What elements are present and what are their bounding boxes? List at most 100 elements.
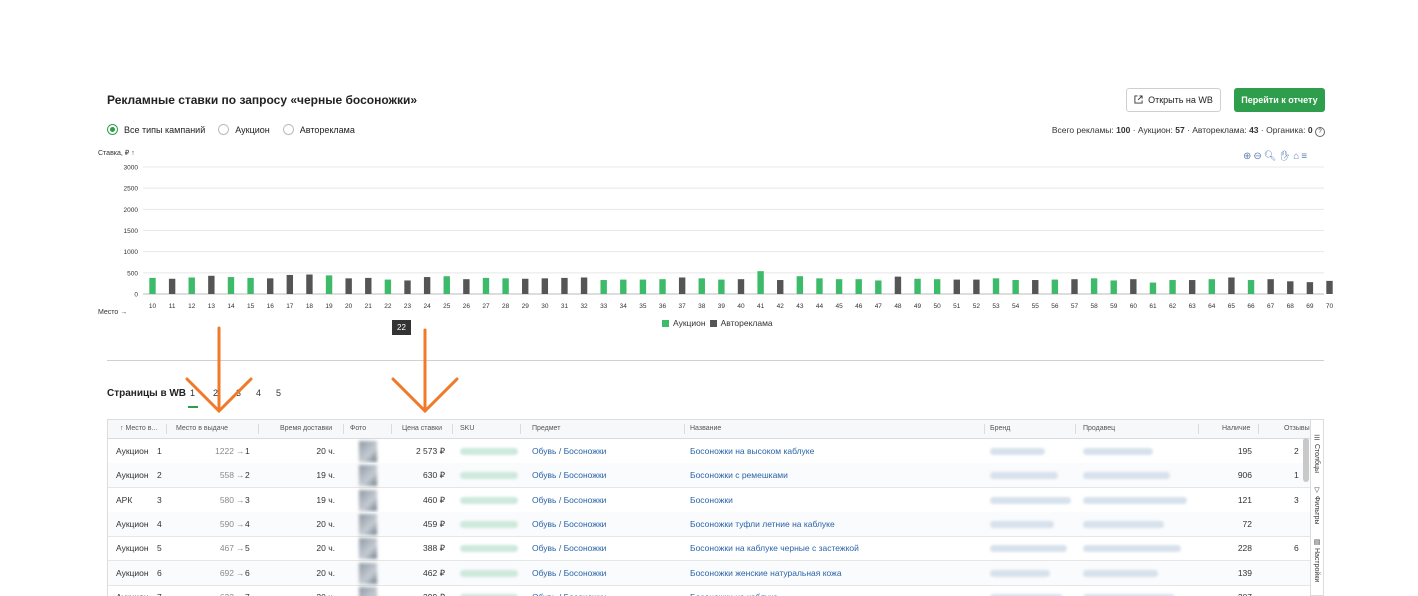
chart-bar[interactable] <box>502 278 509 294</box>
col-bid-price[interactable]: Цена ставки <box>402 425 442 432</box>
col-stock[interactable]: Наличие <box>1222 425 1250 432</box>
page-5[interactable]: 5 <box>276 388 281 398</box>
chart-bar[interactable] <box>875 280 882 294</box>
chart-bar[interactable] <box>188 277 195 294</box>
product-photo[interactable] <box>359 513 377 535</box>
chart-bar[interactable] <box>600 280 607 294</box>
chart-bar[interactable] <box>698 278 705 294</box>
page-4[interactable]: 4 <box>256 388 261 398</box>
brand-link[interactable] <box>990 569 1050 577</box>
product-name-link[interactable]: Босоножки туфли летние на каблуке <box>690 519 835 529</box>
chart-bar[interactable] <box>718 279 725 294</box>
chart-bar[interactable] <box>973 279 980 294</box>
chart-bar[interactable] <box>522 278 529 294</box>
brand-link[interactable] <box>990 520 1054 528</box>
chart-bar[interactable] <box>365 277 372 294</box>
col-reviews[interactable]: Отзывы <box>1284 425 1310 432</box>
brand-link[interactable] <box>990 448 1045 455</box>
product-name-link[interactable]: Босоножки на каблуке черные с застежкой <box>690 543 859 553</box>
chart-bar[interactable] <box>1051 279 1059 294</box>
chart-bar[interactable] <box>168 278 176 294</box>
subject-link[interactable]: Обувь / Босоножки <box>532 568 606 578</box>
chart-bar[interactable] <box>992 278 1000 294</box>
sku-link[interactable] <box>460 472 518 480</box>
col-photo[interactable]: Фото <box>350 425 366 432</box>
subject-link[interactable]: Обувь / Босоножки <box>532 543 606 553</box>
sku-link[interactable] <box>460 545 518 553</box>
table-row[interactable]: Аукцион 6 692 → 6 20 ч. 462 ₽ Обувь / Босоножки… <box>108 560 1310 586</box>
chart-bar[interactable] <box>404 280 411 294</box>
chart-bar[interactable] <box>345 278 352 294</box>
product-photo[interactable] <box>359 465 377 487</box>
chart-bar[interactable] <box>463 279 470 294</box>
sku-link[interactable] <box>460 496 518 504</box>
chart-bar[interactable] <box>1247 280 1255 294</box>
table-row[interactable]: Аукцион7632→720 ч.399 ₽Обувь / Босоножки… <box>108 585 1310 596</box>
sku-link[interactable] <box>460 448 518 455</box>
chart-bar[interactable] <box>286 274 294 294</box>
chart-bar[interactable] <box>1071 279 1078 294</box>
chart-bar[interactable] <box>1130 279 1137 294</box>
chart-bar[interactable] <box>423 277 431 294</box>
chart-bar[interactable] <box>1208 279 1215 294</box>
chart-bar[interactable] <box>208 275 215 294</box>
chart-bar[interactable] <box>443 276 450 294</box>
sku-link[interactable] <box>460 520 518 528</box>
side-filters-tab[interactable]: ▽ Фильтры <box>1312 486 1320 525</box>
product-name-link[interactable]: Босоножки на высоком каблуке <box>690 446 814 456</box>
chart-bar[interactable] <box>796 276 804 294</box>
chart-bar[interactable] <box>639 279 647 294</box>
subject-link[interactable]: Обувь / Босоножки <box>532 519 606 529</box>
table-scrollbar[interactable] <box>1303 438 1309 482</box>
product-photo[interactable] <box>359 538 377 560</box>
subject-link[interactable]: Обувь / Босоножки <box>532 446 606 456</box>
chart-bar[interactable] <box>1188 280 1196 294</box>
table-row[interactable]: Аукцион 1 1222 → 1 20 ч. 2 573 ₽ Обувь / Босоно… <box>108 439 1310 464</box>
col-brand[interactable]: Бренд <box>990 425 1010 432</box>
subject-link[interactable]: Обувь / Босоножки <box>532 470 606 480</box>
chart-bar[interactable] <box>737 279 745 294</box>
chart-bar[interactable] <box>1032 280 1039 294</box>
chart-bar[interactable] <box>933 279 941 294</box>
sku-link[interactable] <box>460 569 518 577</box>
chart-bar[interactable] <box>267 278 274 294</box>
chart-bar[interactable] <box>678 277 686 294</box>
chart-bar[interactable] <box>835 279 843 294</box>
side-settings-tab[interactable]: ▤ Настройки <box>1312 538 1320 582</box>
chart-bar[interactable] <box>620 279 627 294</box>
chart-bar[interactable] <box>1326 280 1333 294</box>
seller-link[interactable] <box>1083 496 1187 504</box>
product-photo[interactable] <box>359 586 377 596</box>
seller-link[interactable] <box>1083 472 1170 480</box>
brand-link[interactable] <box>990 496 1071 504</box>
chart-bar[interactable] <box>1012 280 1019 294</box>
seller-link[interactable] <box>1083 520 1164 528</box>
table-row[interactable]: Аукцион 5 467 → 5 20 ч. 388 ₽ Обувь / Босоножки… <box>108 536 1310 562</box>
legend-auction[interactable]: Аукцион <box>673 318 706 328</box>
col-seller[interactable]: Продавец <box>1083 425 1115 432</box>
col-rank[interactable]: ↑ Место в... <box>120 425 157 432</box>
chart-bar[interactable] <box>227 277 235 294</box>
brand-link[interactable] <box>990 472 1058 480</box>
chart-bar[interactable] <box>914 278 921 294</box>
chart-bar[interactable] <box>816 278 823 294</box>
legend-autoads[interactable]: Автореклама <box>721 318 773 328</box>
chart-bar[interactable] <box>384 279 392 294</box>
chart-bar[interactable] <box>561 277 568 294</box>
page-3[interactable]: 3 <box>236 388 241 398</box>
chart-bar[interactable] <box>325 275 333 294</box>
product-photo[interactable] <box>359 441 377 462</box>
col-delivery[interactable]: Время доставки <box>280 425 332 432</box>
chart-bar[interactable] <box>1090 278 1098 294</box>
page-1[interactable]: 1 <box>190 388 195 398</box>
col-search-place[interactable]: Место в выдаче <box>176 425 228 432</box>
product-name-link[interactable]: Босоножки женские натуральная кожа <box>690 568 842 578</box>
chart-bar[interactable] <box>1149 282 1157 294</box>
subject-link[interactable]: Обувь / Босоножки <box>532 592 606 596</box>
table-row[interactable]: АРК 3 580 → 3 19 ч. 460 ₽ Обувь / Босоножки Босо… <box>108 488 1310 513</box>
subject-link[interactable]: Обувь / Босоножки <box>532 495 606 505</box>
chart-bar[interactable] <box>777 280 784 294</box>
chart-bar[interactable] <box>580 277 588 294</box>
chart-bar[interactable] <box>659 279 666 294</box>
chart-bar[interactable] <box>1110 280 1117 294</box>
